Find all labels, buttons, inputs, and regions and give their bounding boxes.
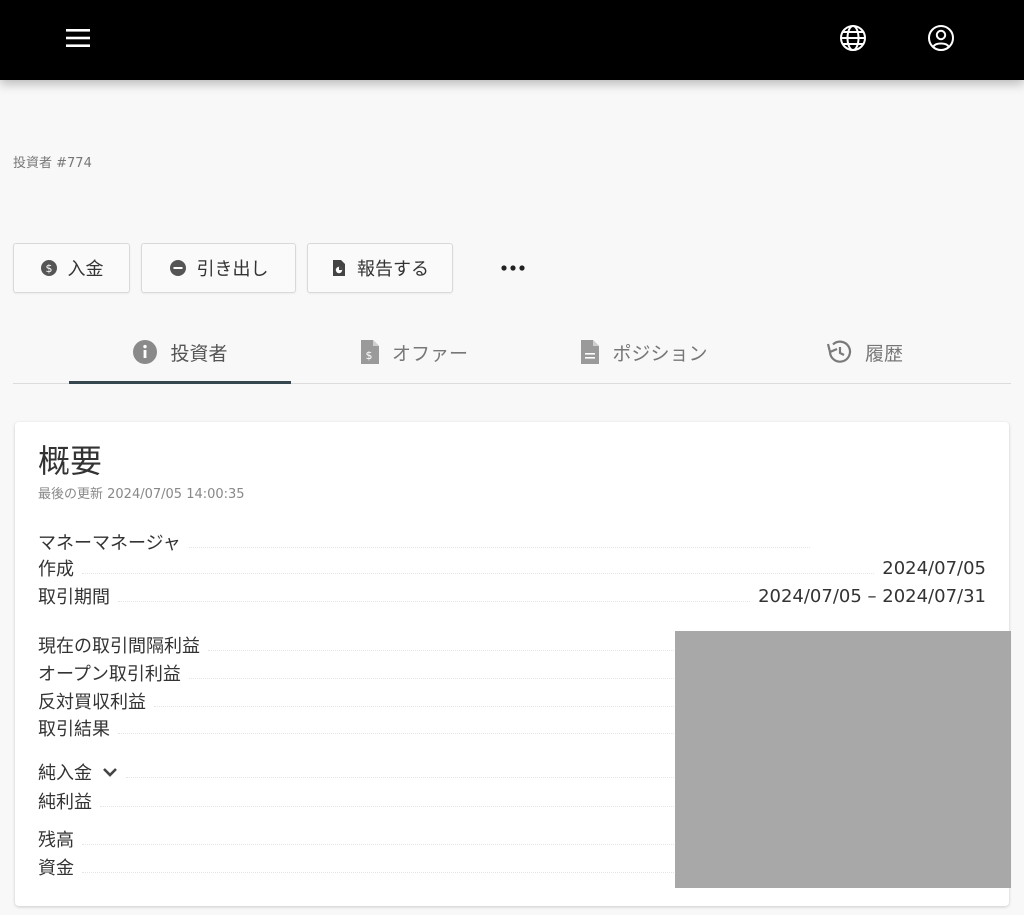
tab-label: 投資者 <box>170 342 228 365</box>
tab-history[interactable]: 履歴 <box>753 322 975 382</box>
row-label: 作成 <box>38 559 74 580</box>
info-icon <box>132 339 158 365</box>
row-value: 2024/07/05 – 2024/07/31 <box>758 585 986 607</box>
row-label: マネーマネージャ <box>38 533 181 554</box>
row-label: 純入金 <box>38 759 118 785</box>
tab-offer[interactable]: $ オファー <box>303 322 525 382</box>
row-label: 取引結果 <box>38 719 110 740</box>
row-label: オープン取引利益 <box>38 664 181 685</box>
report-document-icon <box>331 259 347 277</box>
hamburger-menu-icon[interactable] <box>60 22 96 54</box>
history-icon <box>825 339 853 365</box>
row-value: 2024/07/05 <box>882 557 986 579</box>
document-icon <box>580 339 600 365</box>
tab-label: オファー <box>391 342 468 365</box>
report-button[interactable]: 報告する <box>307 243 453 293</box>
tab-investor[interactable]: 投資者 <box>69 322 291 384</box>
document-dollar-icon: $ <box>360 339 380 365</box>
globe-icon[interactable] <box>836 21 870 55</box>
svg-text:$: $ <box>365 349 372 362</box>
row-label: 残高 <box>38 830 74 851</box>
top-app-bar <box>0 0 1024 80</box>
withdraw-button[interactable]: 引き出し <box>141 243 296 293</box>
summary-row-trading-period: 取引期間 2024/07/05 – 2024/07/31 <box>38 583 986 609</box>
tab-label: ポジション <box>612 342 708 365</box>
page-title: 投資者 #774 <box>13 156 92 171</box>
tab-label: 履歴 <box>864 342 903 365</box>
chevron-down-icon[interactable] <box>102 766 118 778</box>
user-account-icon[interactable] <box>924 21 958 55</box>
row-label: 反対買収利益 <box>38 692 146 713</box>
minus-circle-icon <box>169 259 187 277</box>
row-label: 現在の取引間隔利益 <box>38 636 200 657</box>
withdraw-label: 引き出し <box>196 259 269 280</box>
net-deposit-label: 純入金 <box>38 763 92 784</box>
dotted-leader <box>82 572 875 574</box>
deposit-button[interactable]: $ 入金 <box>13 243 130 293</box>
row-label: 純利益 <box>38 792 92 813</box>
tab-bar: 投資者 $ オファー ポジション 履歴 <box>13 322 1011 384</box>
summary-row-money-manager: マネーマネージャ <box>38 529 818 555</box>
tab-position[interactable]: ポジション <box>533 322 755 382</box>
svg-text:$: $ <box>45 262 52 275</box>
summary-title: 概要 <box>38 442 103 480</box>
row-label: 取引期間 <box>38 587 110 608</box>
redacted-values-block <box>675 631 1011 888</box>
row-label: 資金 <box>38 858 74 879</box>
last-updated-text: 最後の更新 2024/07/05 14:00:35 <box>38 487 245 502</box>
dotted-leader <box>188 546 810 548</box>
report-label: 報告する <box>357 259 429 280</box>
coin-dollar-icon: $ <box>40 259 58 277</box>
summary-row-created: 作成 2024/07/05 <box>38 555 986 581</box>
more-dots-icon[interactable] <box>493 247 533 289</box>
dotted-leader <box>118 600 751 602</box>
deposit-label: 入金 <box>67 259 104 280</box>
